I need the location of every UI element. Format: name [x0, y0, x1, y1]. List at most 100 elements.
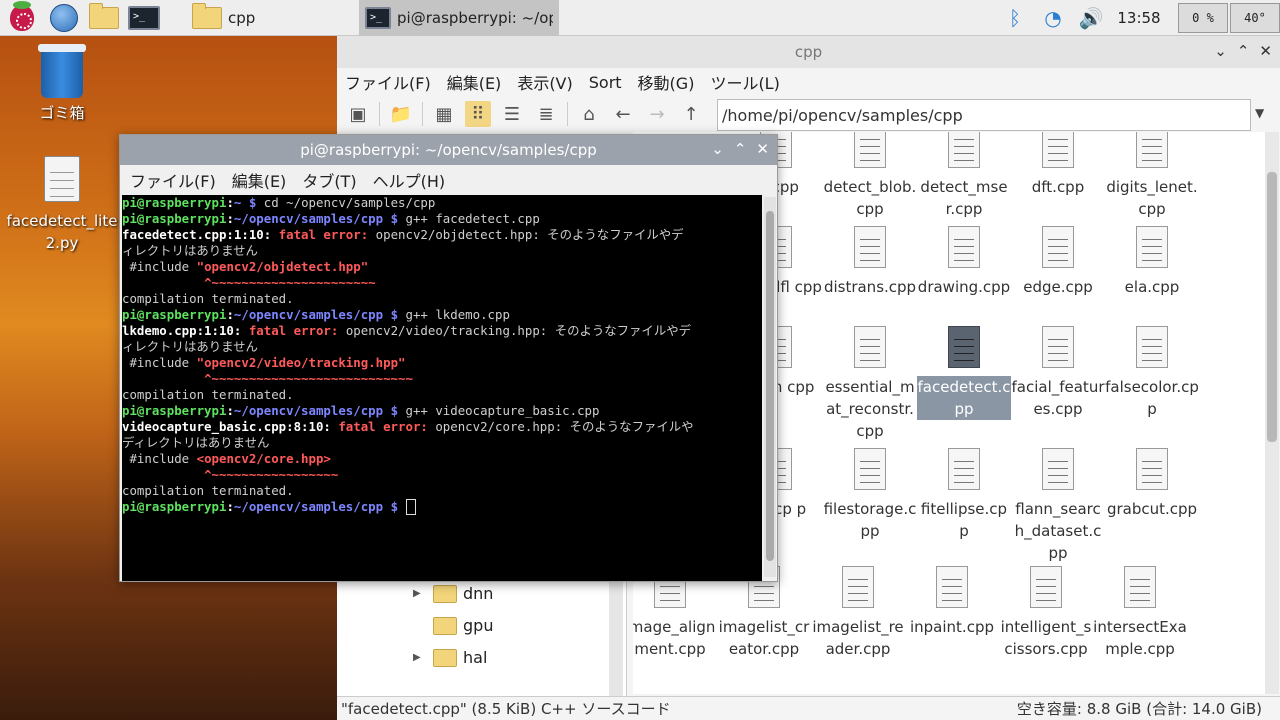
file-label: imagelist_creator.cpp — [718, 618, 810, 658]
compact-view-icon[interactable]: ☰ — [499, 101, 525, 127]
window-titlebar[interactable]: pi@raspberrypi: ~/opencv/samples/cpp ⌄ ⌃… — [120, 135, 777, 165]
terminal-launcher-icon[interactable]: >_ — [124, 0, 164, 36]
scrollbar-thumb[interactable] — [1267, 172, 1277, 442]
tree-item-gpu[interactable]: gpu — [413, 616, 493, 635]
file-item[interactable]: grabcut.cpp — [1105, 448, 1199, 520]
forward-icon[interactable]: → — [644, 101, 670, 127]
status-selection: "facedetect.cpp" (8.5 KiB) C++ ソースコード — [341, 700, 671, 718]
file-scrollbar[interactable] — [1265, 132, 1279, 694]
file-label: detect_mser.cpp — [920, 178, 1008, 218]
detail-view-icon[interactable]: ≣ — [533, 101, 559, 127]
file-item[interactable]: imagelist_reader.cpp — [811, 566, 905, 660]
file-label: drawing.cpp — [917, 278, 1011, 296]
terminal-scrollbar[interactable] — [764, 197, 776, 577]
icon-view-icon[interactable]: ⠿ — [465, 101, 491, 127]
browser-icon[interactable] — [44, 0, 84, 36]
file-icon — [948, 326, 980, 368]
minimize-icon[interactable]: ⌄ — [1214, 42, 1227, 60]
volume-icon[interactable]: 🔊 — [1072, 6, 1110, 30]
desktop-file[interactable]: facedetect_lite2.py — [2, 156, 122, 254]
menu-tabs[interactable]: タブ(T) — [302, 168, 356, 192]
file-item[interactable]: inpaint.cpp — [905, 566, 999, 638]
file-icon — [936, 566, 968, 608]
menu-edit[interactable]: 編集(E) — [447, 70, 502, 94]
chevron-down-icon[interactable]: ▼ — [1255, 106, 1264, 120]
file-icon — [44, 156, 80, 202]
file-icon — [1042, 326, 1074, 368]
window-titlebar[interactable]: cpp ⌄ ⌃ ✕ — [337, 36, 1280, 68]
menu-help[interactable]: ヘルプ(H) — [373, 168, 446, 192]
file-item[interactable]: essential_mat_reconstr.cpp — [823, 326, 917, 442]
menu-file[interactable]: ファイル(F) — [130, 168, 216, 192]
file-icon — [1042, 226, 1074, 268]
file-label: facedetect.cpp — [917, 376, 1011, 420]
back-icon[interactable]: ← — [610, 101, 636, 127]
tree-item-hal[interactable]: ▶ hal — [413, 648, 487, 667]
file-item[interactable]: detect_mser.cpp — [917, 132, 1011, 220]
file-item[interactable]: filestorage.cpp — [823, 448, 917, 542]
file-item[interactable]: drawing.cpp — [917, 226, 1011, 298]
maximize-icon[interactable]: ⌃ — [734, 140, 747, 158]
file-manager-icon[interactable] — [84, 0, 124, 36]
expand-icon[interactable]: ▶ — [413, 588, 427, 599]
menu-view[interactable]: 表示(V) — [517, 70, 572, 94]
raspberry-menu-icon[interactable] — [0, 0, 44, 36]
file-item[interactable]: intersectExample.cpp — [1093, 566, 1187, 660]
file-item[interactable]: edge.cpp — [1011, 226, 1105, 298]
terminal-line: compilation terminated. — [122, 483, 294, 498]
up-icon[interactable]: ↑ — [678, 101, 704, 127]
desktop-label: ゴミ箱 — [39, 104, 85, 122]
scrollbar-thumb[interactable] — [766, 211, 774, 561]
menu-tools[interactable]: ツール(L) — [710, 70, 779, 94]
path-input[interactable]: /home/pi/opencv/samples/cpp — [717, 99, 1251, 131]
file-item[interactable]: intelligent_scissors.cpp — [999, 566, 1093, 660]
menu-go[interactable]: 移動(G) — [638, 70, 695, 94]
file-item[interactable]: fitellipse.cpp — [917, 448, 1011, 542]
file-item[interactable]: falsecolor.cpp — [1105, 326, 1199, 420]
trash-icon — [38, 44, 86, 98]
terminal-line: pi@raspberrypi:~ $ cd ~/opencv/samples/c… — [122, 195, 436, 210]
file-item[interactable]: ela.cpp — [1105, 226, 1199, 298]
desktop-trash[interactable]: ゴミ箱 — [2, 44, 122, 123]
minimize-icon[interactable]: ⌄ — [711, 140, 724, 158]
file-icon — [842, 566, 874, 608]
file-item[interactable]: digits_lenet.cpp — [1105, 132, 1199, 220]
file-icon — [1136, 448, 1168, 490]
terminal-line: pi@raspberrypi:~/opencv/samples/cpp $ g+… — [122, 211, 540, 226]
file-label: detect_blob.cpp — [823, 178, 917, 218]
tree-item-dnn[interactable]: ▶ dnn — [413, 584, 493, 603]
file-item[interactable]: detect_blob.cpp — [823, 132, 917, 220]
new-window-icon[interactable]: ▣ — [345, 101, 371, 127]
menu-edit[interactable]: 編集(E) — [232, 168, 287, 192]
maximize-icon[interactable]: ⌃ — [1237, 42, 1250, 60]
file-item[interactable]: distrans.cpp — [823, 226, 917, 298]
file-icon — [854, 132, 886, 168]
thumbnail-view-icon[interactable]: ▦ — [431, 101, 457, 127]
file-label: dft.cpp — [1031, 178, 1085, 196]
file-item[interactable]: flann_search_dataset.cpp — [1011, 448, 1105, 564]
tree-label: dnn — [463, 584, 494, 603]
file-item[interactable]: facedetect.cpp — [917, 326, 1011, 420]
file-item[interactable]: dft.cpp — [1011, 132, 1105, 198]
wifi-icon[interactable]: ◔ — [1034, 6, 1072, 30]
close-icon[interactable]: ✕ — [1259, 42, 1272, 60]
bluetooth-icon[interactable]: ᛒ — [996, 6, 1034, 30]
taskbar-item-cpp[interactable]: cpp — [186, 0, 386, 36]
home-icon[interactable]: ⌂ — [576, 101, 602, 127]
menu-sort[interactable]: Sort — [589, 73, 622, 92]
taskbar-item-terminal[interactable]: >_ pi@raspberrypi: ~/op... — [359, 0, 559, 36]
terminal-line: lkdemo.cpp:1:10: fatal error: opencv2/vi… — [122, 323, 691, 338]
file-label: falsecolor.cpp — [1105, 378, 1199, 418]
terminal-output[interactable]: pi@raspberrypi:~ $ cd ~/opencv/samples/c… — [122, 195, 762, 581]
file-item[interactable]: facial_features.cpp — [1011, 326, 1105, 420]
clock[interactable]: 13:58 — [1110, 9, 1168, 27]
file-icon — [1124, 566, 1156, 608]
folder-icon — [433, 648, 457, 667]
new-folder-icon[interactable]: 📁 — [388, 101, 414, 127]
menu-file[interactable]: ファイル(F) — [345, 70, 431, 94]
terminal-line: ^~~~~~~~~~~~~~~~~~ — [204, 467, 339, 482]
expand-icon[interactable]: ▶ — [413, 652, 427, 663]
close-icon[interactable]: ✕ — [756, 140, 769, 158]
file-label: intelligent_scissors.cpp — [1000, 618, 1092, 658]
file-label: imagelist_reader.cpp — [812, 618, 904, 658]
